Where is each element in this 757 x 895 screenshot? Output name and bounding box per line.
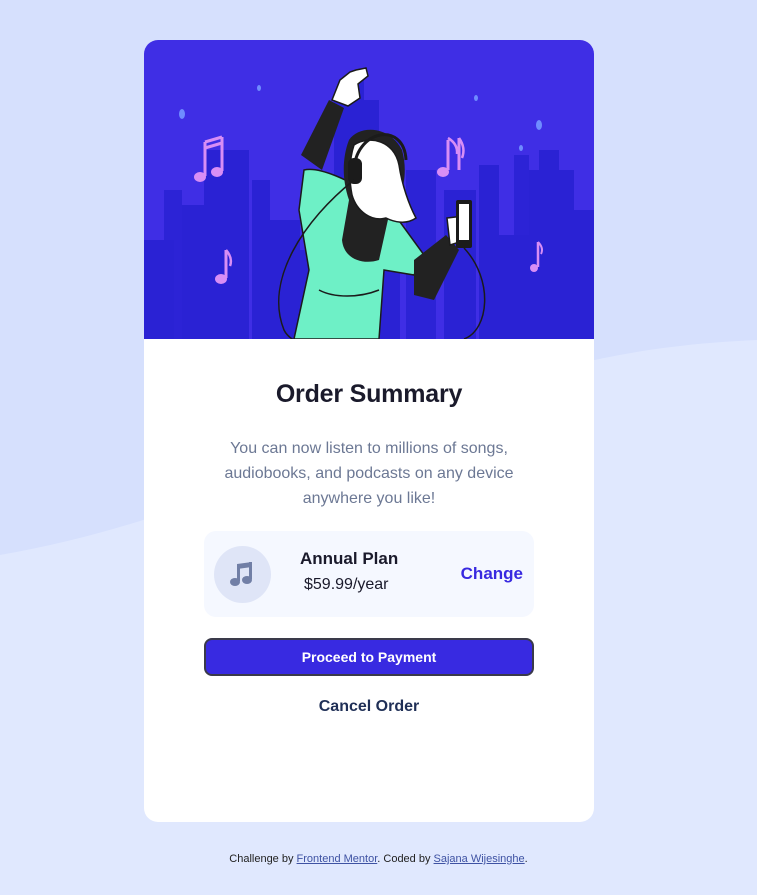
plan-name: Annual Plan [300, 549, 399, 568]
order-description: You can now listen to millions of songs,… [224, 440, 514, 507]
music-note-icon [214, 546, 271, 603]
author-link[interactable]: Sajana Wijesinghe [434, 853, 525, 865]
footer-prefix: Challenge by [229, 853, 297, 865]
change-plan-link[interactable]: Change [461, 564, 523, 584]
order-summary-card: Order Summary You can now listen to mill… [144, 40, 594, 822]
frontend-mentor-link[interactable]: Frontend Mentor [297, 853, 378, 865]
attribution-footer: Challenge by Frontend Mentor. Coded by S… [0, 853, 757, 865]
order-summary-title: Order Summary [275, 380, 463, 408]
hero-illustration [144, 40, 594, 339]
plan-price: $59.99/year [304, 576, 389, 593]
footer-suffix: . [524, 853, 528, 865]
cancel-order-button[interactable]: Cancel Order [204, 698, 534, 716]
footer-middle: . Coded by [377, 853, 434, 865]
plan-box: Annual Plan $59.99/year Change [204, 531, 534, 617]
proceed-to-payment-button[interactable]: Proceed to Payment [204, 638, 534, 676]
